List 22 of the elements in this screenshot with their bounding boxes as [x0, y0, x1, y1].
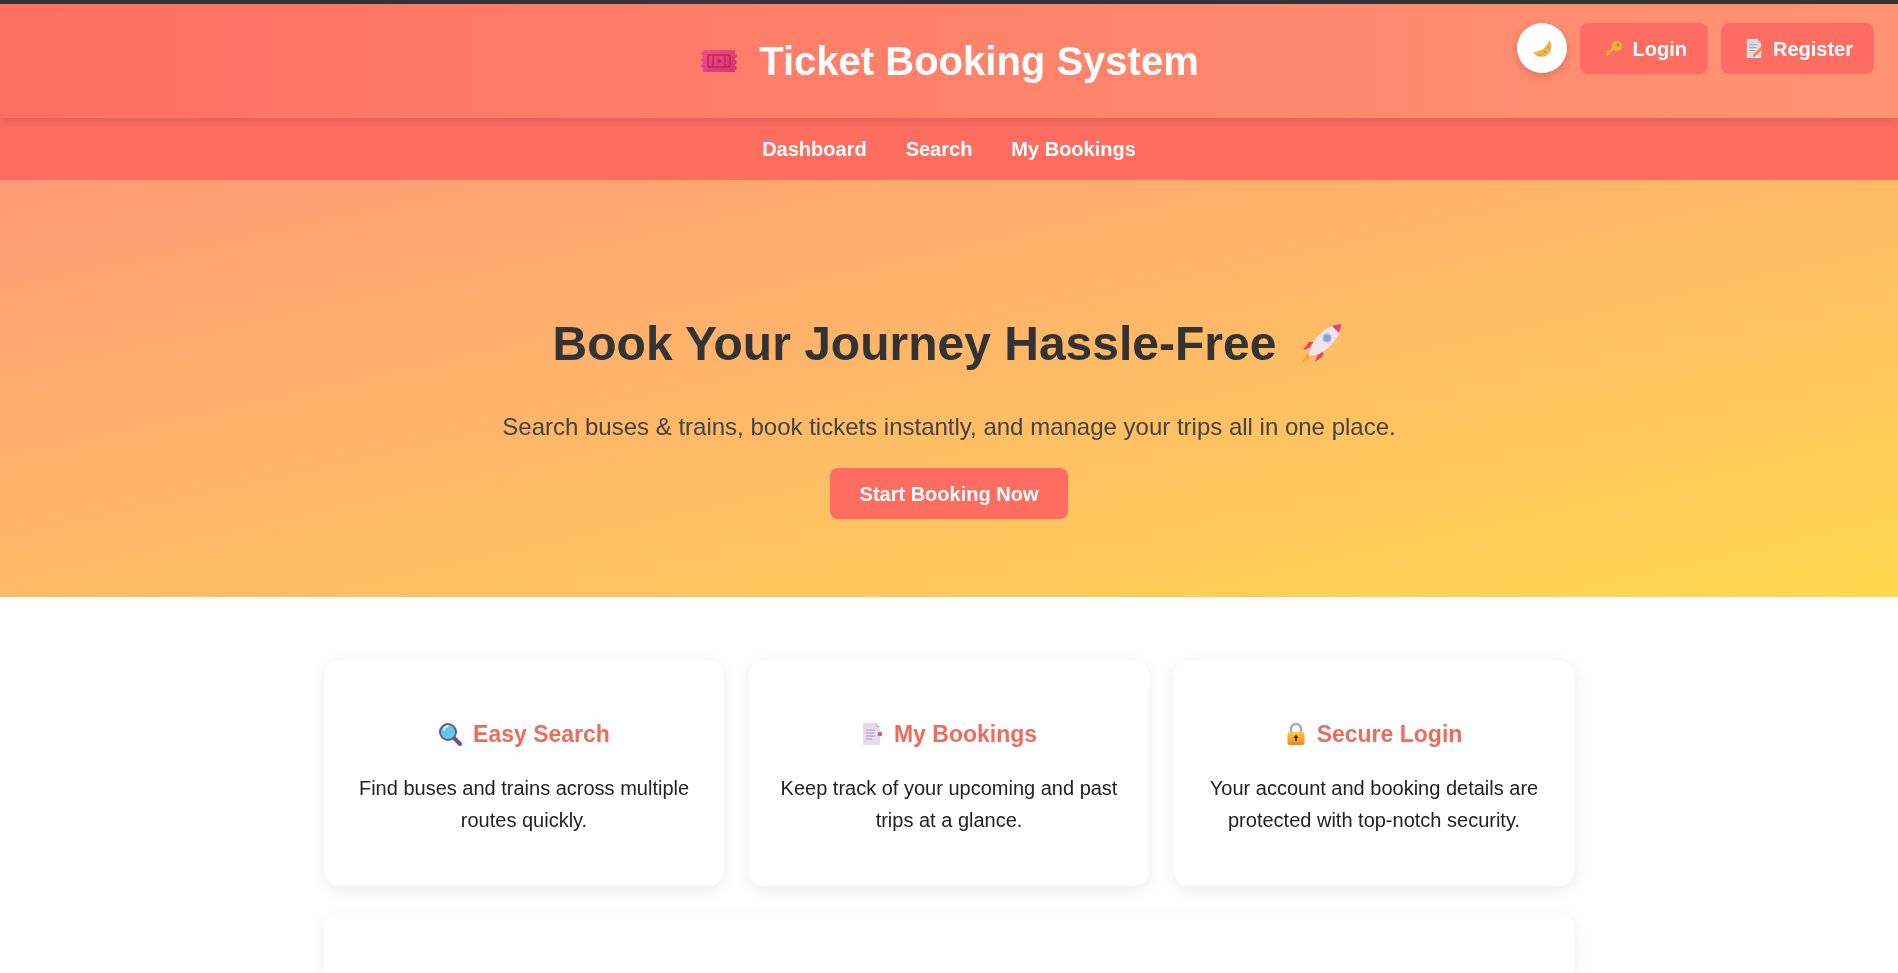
feature-description: Find buses and trains across multiple routes quickly.: [357, 776, 691, 833]
feature-description: Keep track of your upcoming and past trips at a glance.: [779, 776, 1119, 833]
login-button[interactable]: Login: [1579, 23, 1708, 74]
feature-title: Secure Login: [1316, 720, 1463, 748]
theme-toggle-button[interactable]: [1516, 23, 1567, 73]
nav-link[interactable]: Dashboard: [762, 134, 867, 164]
magnifier-icon: [438, 722, 463, 746]
feature-description: Your account and booking details are protected with top-notch security.: [1208, 776, 1540, 833]
site-title: Ticket Booking System: [759, 38, 1199, 85]
memo-icon: [1744, 38, 1764, 59]
notebook-icon: [860, 722, 883, 746]
feature-title: My Bookings: [893, 720, 1038, 748]
hero-title: Book Your Journey Hassle-Free: [552, 316, 1277, 372]
start-booking-button[interactable]: Start Booking Now: [829, 468, 1069, 519]
nav-link[interactable]: Search: [905, 134, 973, 164]
nav-link[interactable]: My Bookings: [1011, 134, 1136, 164]
hero-subtitle: Search buses & trains, book tickets instantly, and manage your trips all in one place.: [502, 412, 1396, 442]
lock-icon: [1285, 722, 1306, 746]
key-icon: [1603, 38, 1624, 59]
register-button[interactable]: Register: [1720, 23, 1874, 74]
ticket-icon: [699, 48, 740, 74]
feature-title: Easy Search: [473, 720, 610, 748]
